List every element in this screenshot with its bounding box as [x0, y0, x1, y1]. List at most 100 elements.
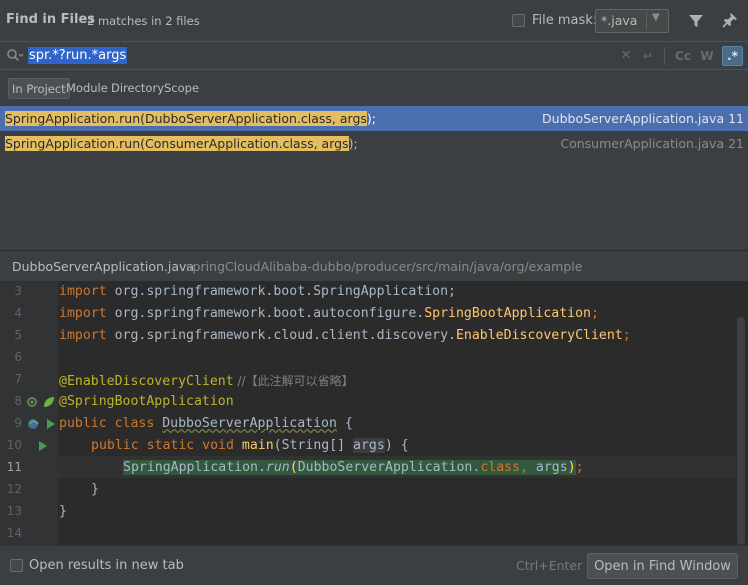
result-rest: );	[366, 111, 376, 126]
match-case-toggle[interactable]: Cc	[673, 47, 693, 65]
result-row[interactable]: SpringApplication.run(DubboServerApplica…	[0, 106, 748, 131]
code-keyword: import	[59, 328, 107, 343]
code-annotation: @EnableDiscoveryClient	[59, 374, 234, 389]
code-preview[interactable]: 3 4 5 6 7 8 9 10 11 12 13 14 import org.…	[0, 281, 748, 545]
line-number: 6	[14, 350, 22, 364]
preview-file-name: DubboServerApplication.java	[12, 259, 195, 274]
code-text: org.springframework.cloud.client.discove…	[106, 328, 456, 343]
file-mask-value: *.java	[601, 13, 638, 28]
code-punct: ) {	[384, 438, 409, 453]
file-mask-label[interactable]: File mask:	[532, 13, 597, 28]
line-number: 7	[14, 372, 22, 386]
code-punct: {	[336, 416, 353, 431]
result-rest: );	[348, 136, 358, 151]
newline-icon[interactable]: ↵	[640, 47, 656, 65]
code-punct: ;	[622, 328, 631, 343]
spring-leaf-icon[interactable]	[42, 395, 56, 409]
tab-directory[interactable]: Directory	[108, 78, 167, 99]
code-line: import org.springframework.boot.autoconf…	[59, 306, 599, 321]
results-list: SpringApplication.run(DubboServerApplica…	[0, 106, 748, 250]
code-brace: )	[567, 460, 576, 475]
dialog-title: Find in Files	[6, 12, 96, 27]
line-number: 3	[14, 284, 22, 298]
find-dialog-header: Find in Files 2 matches in 2 files File …	[0, 0, 748, 41]
scope-tabs: In Project Module Directory Scope	[0, 70, 748, 106]
code-text: DubboServerApplication.	[297, 460, 481, 475]
result-line: 11	[728, 111, 744, 126]
code-line: import org.springframework.boot.SpringAp…	[59, 284, 456, 299]
tab-scope[interactable]: Scope	[161, 78, 202, 99]
result-row[interactable]: SpringApplication.run(ConsumerApplicatio…	[0, 131, 748, 156]
file-mask-checkbox[interactable]	[512, 14, 525, 27]
toggle-separator	[664, 47, 665, 65]
code-line: }	[59, 504, 67, 519]
dialog-footer: Open results in new tab Ctrl+Enter Open …	[0, 545, 748, 585]
preview-file-path: springCloudAlibaba-dubbo/producer/src/ma…	[186, 259, 583, 274]
code-line: public class DubboServerApplication {	[59, 416, 353, 431]
search-icon[interactable]	[6, 48, 24, 64]
code-text: SpringApplication.	[123, 460, 266, 475]
result-text: SpringApplication.run(ConsumerApplicatio…	[5, 131, 358, 156]
code-keyword: import	[59, 284, 107, 299]
tab-in-project[interactable]: In Project	[8, 78, 70, 99]
code-keyword: class	[480, 460, 521, 475]
code-param: args	[535, 460, 568, 475]
whole-words-toggle[interactable]: W	[698, 47, 716, 65]
result-match: SpringApplication.run(DubboServerApplica…	[5, 111, 367, 126]
search-row: spr.*?run.*args ✕ ↵ Cc W .*	[0, 41, 748, 70]
code-text: org.springframework.boot.autoconfigure.	[106, 306, 425, 321]
code-keyword: public class	[59, 416, 155, 431]
line-number: 12	[6, 482, 22, 496]
shortcut-hint: Ctrl+Enter	[516, 558, 583, 573]
line-number-current: 11	[6, 460, 22, 474]
preview-file-bar: DubboServerApplication.java springCloudA…	[0, 250, 748, 281]
clear-icon[interactable]: ✕	[618, 47, 634, 65]
code-line: }	[91, 482, 99, 497]
run-icon[interactable]	[45, 417, 59, 431]
line-number: 14	[6, 526, 22, 540]
line-number: 13	[6, 504, 22, 518]
code-text: (String[]	[273, 438, 354, 453]
filter-icon[interactable]	[688, 13, 704, 29]
code-class-name: DubboServerApplication	[162, 416, 337, 431]
spring-bean-icon[interactable]	[27, 395, 41, 409]
code-line: @EnableDiscoveryClient //【此注解可以省略】	[59, 372, 354, 389]
file-mask-select[interactable]: *.java ▼	[595, 9, 669, 33]
code-method: run	[265, 460, 290, 475]
code-keyword: public static void	[91, 438, 234, 453]
result-location: DubboServerApplication.java 11	[542, 106, 744, 131]
code-comment: //【此注解可以省略】	[233, 374, 354, 388]
code-line: import org.springframework.cloud.client.…	[59, 328, 631, 343]
code-punct: }	[91, 482, 99, 497]
code-class: SpringBootApplication	[424, 306, 591, 321]
result-line: 21	[728, 136, 744, 151]
code-class: EnableDiscoveryClient	[455, 328, 623, 343]
regex-toggle[interactable]: .*	[722, 46, 743, 66]
open-new-tab-checkbox[interactable]	[10, 559, 23, 572]
code-line: public static void main(String[] args) {	[91, 438, 409, 453]
code-annotation: @SpringBootApplication	[59, 394, 234, 409]
tab-module[interactable]: Module	[63, 78, 111, 99]
chevron-down-icon[interactable]: ▼	[652, 12, 660, 23]
open-in-find-window-button[interactable]: Open in Find Window	[587, 553, 738, 579]
editor-scrollbar[interactable]	[737, 317, 745, 545]
match-summary: 2 matches in 2 files	[87, 14, 200, 28]
code-line: @SpringBootApplication	[59, 394, 234, 409]
result-text: SpringApplication.run(DubboServerApplica…	[5, 106, 376, 131]
code-punct: ;	[590, 306, 599, 321]
run-icon[interactable]	[37, 439, 51, 453]
code-keyword: import	[59, 306, 107, 321]
spring-bean-icon[interactable]	[27, 417, 41, 431]
line-number: 10	[6, 438, 22, 452]
search-query-selection[interactable]: spr.*?run.*args	[28, 47, 128, 64]
code-match: SpringApplication.run(DubboServerApplica…	[123, 460, 568, 475]
open-new-tab-label[interactable]: Open results in new tab	[29, 558, 184, 573]
result-file: DubboServerApplication.java	[542, 111, 725, 126]
pin-icon[interactable]	[722, 12, 738, 28]
code-punct: ,	[520, 460, 536, 475]
line-number: 9	[14, 416, 22, 430]
result-location: ConsumerApplication.java 21	[560, 131, 744, 156]
line-number: 5	[14, 328, 22, 342]
code-method: main	[241, 438, 274, 453]
line-number: 4	[14, 306, 22, 320]
